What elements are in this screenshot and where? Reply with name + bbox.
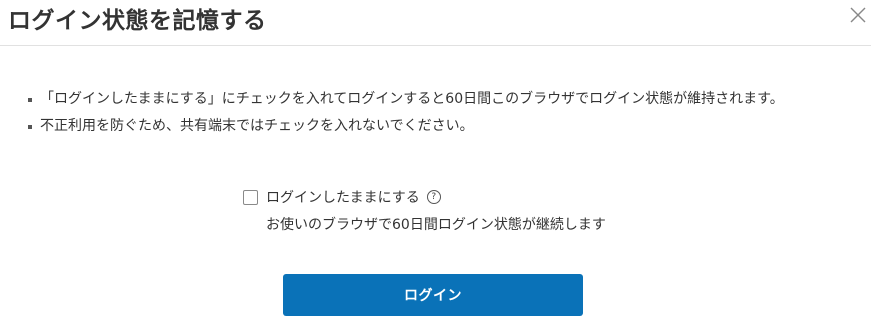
question-circle-icon[interactable]: ? [426, 190, 441, 204]
remember-login-description: お使いのブラウザで60日間ログイン状態が継続します [266, 217, 606, 233]
dialog-header: ログイン状態を記憶する [0, 0, 871, 46]
dialog-title: ログイン状態を記憶する [8, 8, 267, 34]
remember-login-checkbox[interactable] [243, 189, 258, 205]
note-item: 「ログインしたままにする」にチェックを入れてログインすると60日間このブラウザで… [27, 86, 784, 113]
remember-login-label[interactable]: ログインしたままにする [266, 187, 420, 207]
login-button[interactable]: ログイン [283, 274, 583, 316]
remember-login-row: ログインしたままにする ? [243, 186, 441, 208]
close-button[interactable] [849, 6, 867, 24]
notes-list: 「ログインしたままにする」にチェックを入れてログインすると60日間このブラウザで… [27, 86, 784, 140]
remember-login-dialog: ログイン状態を記憶する 「ログインしたままにする」にチェックを入れてログインする… [0, 0, 871, 325]
close-icon [850, 7, 866, 23]
note-item: 不正利用を防ぐため、共有端末ではチェックを入れないでください。 [27, 113, 784, 140]
